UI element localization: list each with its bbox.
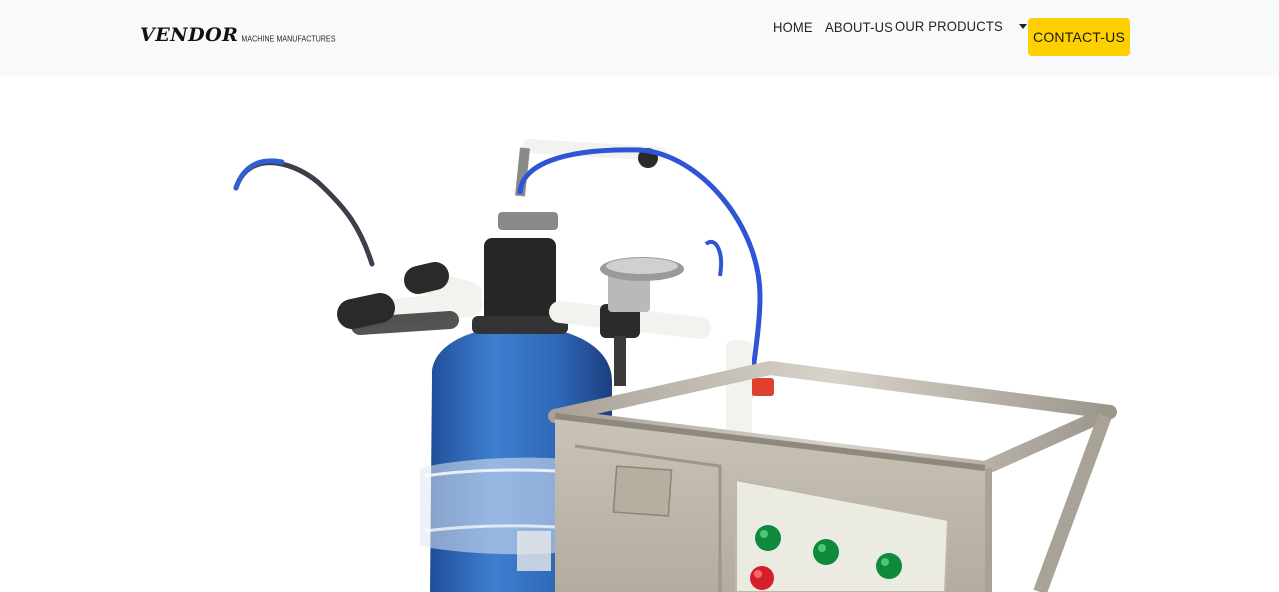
nav-item-home[interactable]: HOME <box>773 19 816 35</box>
brand-name: VENDOR <box>140 24 239 46</box>
water-softener-machine-image <box>233 139 1117 592</box>
nav-products-link[interactable]: OUR PRODUCTS <box>895 18 1003 34</box>
hero-image-section <box>0 76 1279 592</box>
brand-tagline: MACHINE MANUFACTURES <box>241 35 336 44</box>
nav-item-products-dropdown[interactable]: OUR PRODUCTS <box>895 18 1027 34</box>
brand-logo[interactable]: VENDOR MACHINE MANUFACTURES <box>140 24 336 46</box>
top-navbar: VENDOR MACHINE MANUFACTURES HOME ABOUT-U… <box>0 0 1279 76</box>
nav-about-link[interactable]: ABOUT-US <box>825 19 893 35</box>
contact-us-button[interactable]: CONTACT-US <box>1028 18 1130 56</box>
nav-item-about[interactable]: ABOUT-US <box>825 19 898 35</box>
chevron-down-icon[interactable] <box>1018 23 1027 29</box>
nav-home-link[interactable]: HOME <box>773 19 813 35</box>
